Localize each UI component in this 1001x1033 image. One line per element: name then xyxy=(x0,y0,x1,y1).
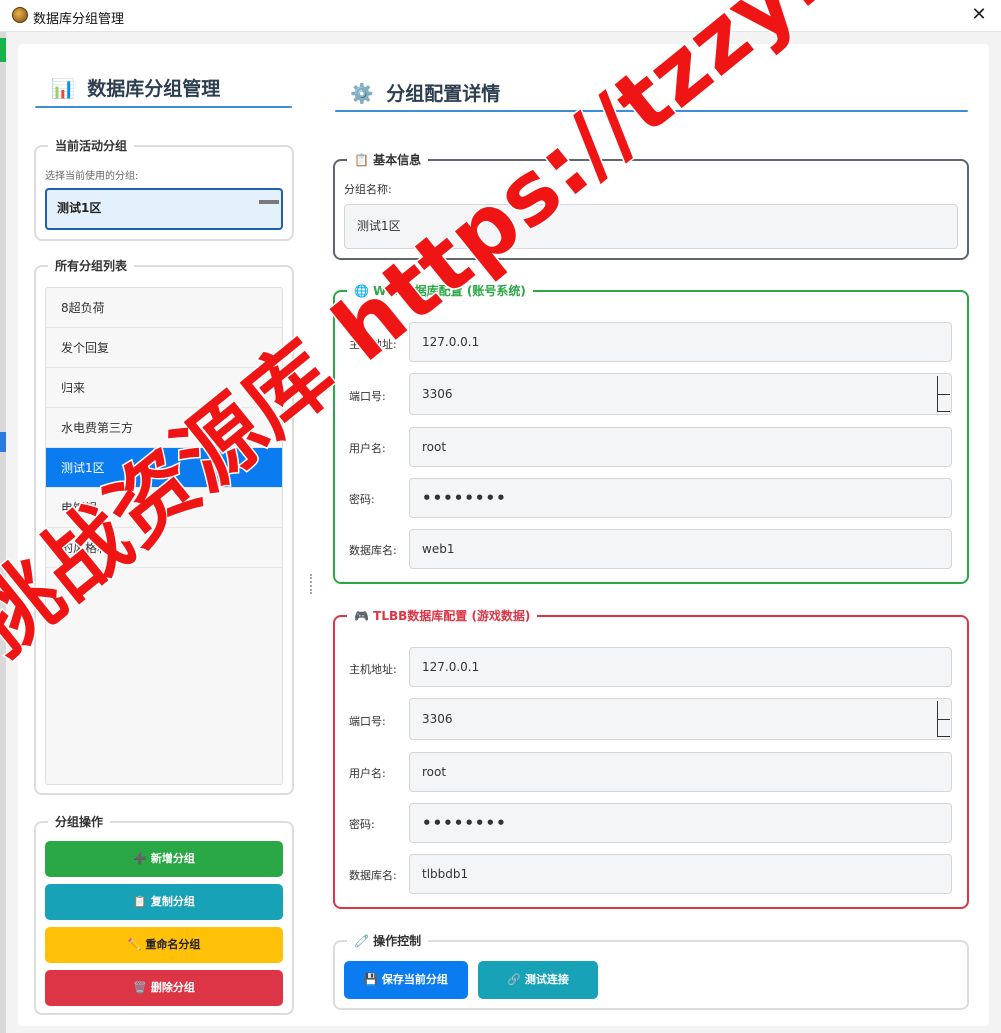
link-icon: 🔗 xyxy=(507,973,521,986)
web-user-input[interactable]: root xyxy=(409,427,952,467)
tlbb-host-input[interactable]: 127.0.0.1 xyxy=(409,647,952,687)
web-port-label: 端口号: xyxy=(349,390,386,403)
clipboard-icon: 📋 xyxy=(354,153,369,167)
basic-info-legend: 📋 基本信息 xyxy=(347,151,429,169)
group-list-item[interactable]: 的风格和 xyxy=(46,528,282,568)
group-list-item[interactable]: 电饭锅 xyxy=(46,488,282,528)
desktop-edge xyxy=(0,32,6,1033)
web-port-input[interactable]: 3306 xyxy=(409,373,952,415)
tlbb-port-input[interactable]: 3306 xyxy=(409,698,952,740)
group-name-label: 分组名称: xyxy=(344,183,392,196)
web-password-label: 密码: xyxy=(349,493,375,506)
clipboard-icon: 📋 xyxy=(133,895,147,908)
tlbb-password-label: 密码: xyxy=(349,818,375,831)
active-group-value: 测试1区 xyxy=(57,201,102,215)
tlbb-db-name-input[interactable]: tlbbdb1 xyxy=(409,854,952,894)
active-group-box: 当前活动分组 选择当前使用的分组: 测试1区 xyxy=(34,137,294,241)
tlbb-password-input[interactable]: •••••••• xyxy=(409,803,952,843)
web-db-legend: 🌐 Web数据库配置 (账号系统) xyxy=(347,282,533,300)
operations-box: 分组操作 ➕ 新增分组 📋 复制分组 ✏️ 重命名分组 🗑️ 删除分组 xyxy=(34,813,294,1015)
dropdown-arrow-icon[interactable] xyxy=(259,200,279,204)
controls-legend: 🧷 操作控制 xyxy=(347,932,429,950)
all-groups-legend: 所有分组列表 xyxy=(48,257,135,275)
tlbb-db-name-label: 数据库名: xyxy=(349,869,397,882)
chart-icon: 📊 xyxy=(51,78,75,100)
right-heading-text: 分组配置详情 xyxy=(386,83,501,105)
tlbb-port-label: 端口号: xyxy=(349,715,386,728)
group-list-item[interactable]: 归来 xyxy=(46,368,282,408)
tlbb-db-legend: 🎮 TLBB数据库配置 (游戏数据) xyxy=(347,607,538,625)
floppy-disk-icon: 💾 xyxy=(364,973,378,986)
tlbb-host-label: 主机地址: xyxy=(349,663,397,676)
port-spinner[interactable] xyxy=(937,376,951,412)
web-db-name-input[interactable]: web1 xyxy=(409,529,952,569)
window-titlebar: 数据库分组管理 ✕ xyxy=(0,0,1001,32)
web-db-name-label: 数据库名: xyxy=(349,544,397,557)
web-host-input[interactable]: 127.0.0.1 xyxy=(409,322,952,362)
delete-group-button[interactable]: 🗑️ 删除分组 xyxy=(45,970,283,1006)
web-user-label: 用户名: xyxy=(349,442,386,455)
app-icon xyxy=(12,7,28,23)
group-list-item[interactable]: 发个回复 xyxy=(46,328,282,368)
group-list-item[interactable]: 测试1区 xyxy=(46,448,282,488)
tlbb-user-label: 用户名: xyxy=(349,767,386,780)
close-icon[interactable]: ✕ xyxy=(967,3,991,27)
group-list-item[interactable]: 8超负荷 xyxy=(46,288,282,328)
right-heading-underline xyxy=(335,110,968,112)
tlbb-user-input[interactable]: root xyxy=(409,752,952,792)
pencil-icon: ✏️ xyxy=(127,938,142,951)
main-card: 📊 数据库分组管理 当前活动分组 选择当前使用的分组: 测试1区 所有分组列表 … xyxy=(18,44,989,1026)
trash-icon: 🗑️ xyxy=(133,981,147,994)
panel-splitter[interactable] xyxy=(310,574,313,594)
group-list-item[interactable]: 水电费第三方 xyxy=(46,408,282,448)
basic-info-box: 📋 基本信息 分组名称: 测试1区 xyxy=(333,151,969,260)
group-list[interactable]: 8超负荷 发个回复 归来 水电费第三方 测试1区 电饭锅 的风格和 xyxy=(45,287,283,785)
globe-icon: 🌐 xyxy=(354,284,369,298)
controls-box: 🧷 操作控制 💾 保存当前分组 🔗 测试连接 xyxy=(333,932,969,1010)
copy-group-button[interactable]: 📋 复制分组 xyxy=(45,884,283,920)
gamepad-icon: 🎮 xyxy=(354,609,369,623)
plus-icon: ➕ xyxy=(133,852,147,865)
rename-group-button[interactable]: ✏️ 重命名分组 xyxy=(45,927,283,963)
port-spinner[interactable] xyxy=(937,701,951,737)
tlbb-db-box: 🎮 TLBB数据库配置 (游戏数据) 主机地址: 127.0.0.1 端口号: … xyxy=(333,607,969,909)
web-password-input[interactable]: •••••••• xyxy=(409,478,952,518)
new-group-button[interactable]: ➕ 新增分组 xyxy=(45,841,283,877)
active-group-legend: 当前活动分组 xyxy=(48,137,135,155)
all-groups-box: 所有分组列表 8超负荷 发个回复 归来 水电费第三方 测试1区 电饭锅 的风格和 xyxy=(34,257,294,795)
left-heading-underline xyxy=(35,106,292,108)
right-heading: ⚙️ 分组配置详情 xyxy=(350,79,500,106)
gear-icon: ⚙️ xyxy=(350,83,374,105)
active-group-hint: 选择当前使用的分组: xyxy=(45,171,139,182)
paperclip-icon: 🧷 xyxy=(354,934,369,948)
save-group-button[interactable]: 💾 保存当前分组 xyxy=(344,961,468,999)
web-db-box: 🌐 Web数据库配置 (账号系统) 主机地址: 127.0.0.1 端口号: 3… xyxy=(333,282,969,584)
test-connection-button[interactable]: 🔗 测试连接 xyxy=(478,961,598,999)
web-host-label: 主机地址: xyxy=(349,338,397,351)
active-group-select[interactable]: 测试1区 xyxy=(45,188,283,230)
left-heading: 📊 数据库分组管理 xyxy=(51,74,220,101)
group-name-input[interactable]: 测试1区 xyxy=(344,204,958,249)
left-heading-text: 数据库分组管理 xyxy=(87,78,221,100)
window-title: 数据库分组管理 xyxy=(33,12,125,27)
operations-legend: 分组操作 xyxy=(48,813,111,831)
